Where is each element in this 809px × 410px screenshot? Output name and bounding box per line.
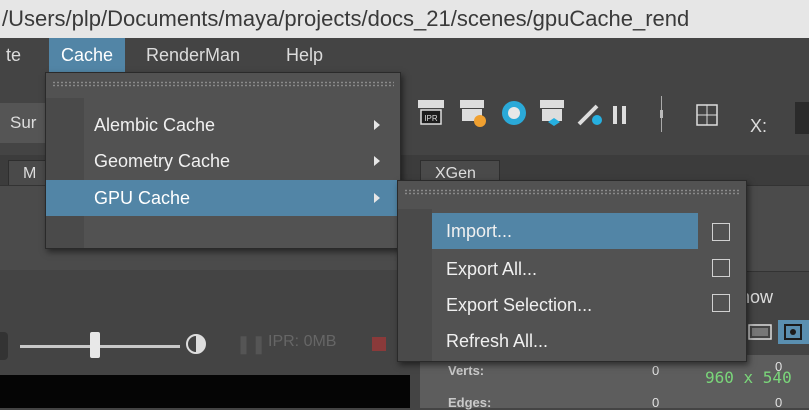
exposure-slider-handle[interactable] (90, 332, 100, 358)
cache-menu: Alembic Cache Geometry Cache GPU Cache (45, 72, 401, 249)
ipr-memory-status: IPR: 0MB (268, 333, 337, 350)
menu-item-import[interactable]: Import... (432, 213, 698, 249)
hypershade-icon[interactable] (500, 98, 530, 128)
import-options-box[interactable] (712, 223, 730, 241)
menu-help[interactable]: Help (274, 38, 335, 72)
pause-icon[interactable] (611, 106, 631, 124)
menu-item-export-selection[interactable]: Export Selection... (432, 287, 698, 323)
window-title: /Users/plp/Documents/maya/projects/docs_… (2, 6, 690, 31)
ipr-render-icon[interactable]: IPR (418, 100, 444, 126)
export-selection-options-box[interactable] (712, 294, 730, 312)
render-settings-icon[interactable] (460, 100, 488, 128)
x-coordinate-label: X: (750, 116, 768, 136)
cache-menu-tear-off[interactable] (52, 81, 394, 87)
exposure-slider-track[interactable] (20, 345, 180, 348)
menu-item-export-all[interactable]: Export All... (432, 251, 698, 287)
menu-item-label: Export Selection... (446, 295, 593, 315)
light-editor-icon[interactable] (575, 100, 605, 128)
stat-value: 0 (652, 363, 660, 378)
toolbar-separator (660, 96, 664, 132)
ipr-badge-text: IPR (424, 114, 438, 123)
submenu-tear-off[interactable] (404, 189, 740, 195)
menu-item-label: Refresh All... (446, 331, 549, 351)
render-bar-left-edge (0, 332, 8, 360)
export-all-options-box[interactable] (712, 259, 730, 277)
menu-bar: te Cache RenderMan Help (0, 38, 809, 72)
x-coordinate-field[interactable] (795, 102, 809, 134)
submenu-arrow-icon (374, 120, 380, 130)
menu-item-alembic-cache[interactable]: Alembic Cache (46, 107, 400, 143)
menu-item-label: Geometry Cache (94, 151, 231, 171)
resolution-gate-icon[interactable] (778, 320, 809, 344)
render-controls (0, 270, 420, 374)
window-title-bar: /Users/plp/Documents/maya/projects/docs_… (0, 0, 809, 38)
stop-render-icon[interactable] (372, 337, 386, 351)
menu-item-label: Alembic Cache (94, 115, 216, 135)
ipr-pause-icon[interactable]: ❚❚ (236, 334, 266, 355)
menu-create[interactable]: te (0, 38, 33, 72)
menu-cache[interactable]: Cache (49, 38, 126, 72)
film-gate-icon[interactable] (748, 322, 772, 342)
menu-item-label: GPU Cache (94, 188, 191, 208)
snap-icon[interactable] (695, 103, 719, 127)
menu-item-gpu-cache[interactable]: GPU Cache (46, 180, 400, 216)
menu-item-refresh-all[interactable]: Refresh All... (432, 323, 698, 359)
display-mode-icon[interactable] (185, 333, 207, 355)
submenu-arrow-icon (374, 156, 380, 166)
render-view-icon[interactable] (540, 100, 568, 128)
menu-item-label: Export All... (446, 259, 538, 279)
menu-gutter (398, 209, 432, 361)
viewport[interactable] (0, 375, 410, 408)
menu-renderman[interactable]: RenderMan (134, 38, 252, 72)
menu-item-geometry-cache[interactable]: Geometry Cache (46, 143, 400, 179)
submenu-arrow-icon (374, 193, 380, 203)
resolution-readout: 960 x 540 (705, 368, 792, 387)
gpu-cache-submenu: Import... Export All... Export Selection… (397, 180, 747, 362)
menu-item-label: Import... (446, 221, 513, 241)
stat-label: Verts: (448, 363, 485, 378)
